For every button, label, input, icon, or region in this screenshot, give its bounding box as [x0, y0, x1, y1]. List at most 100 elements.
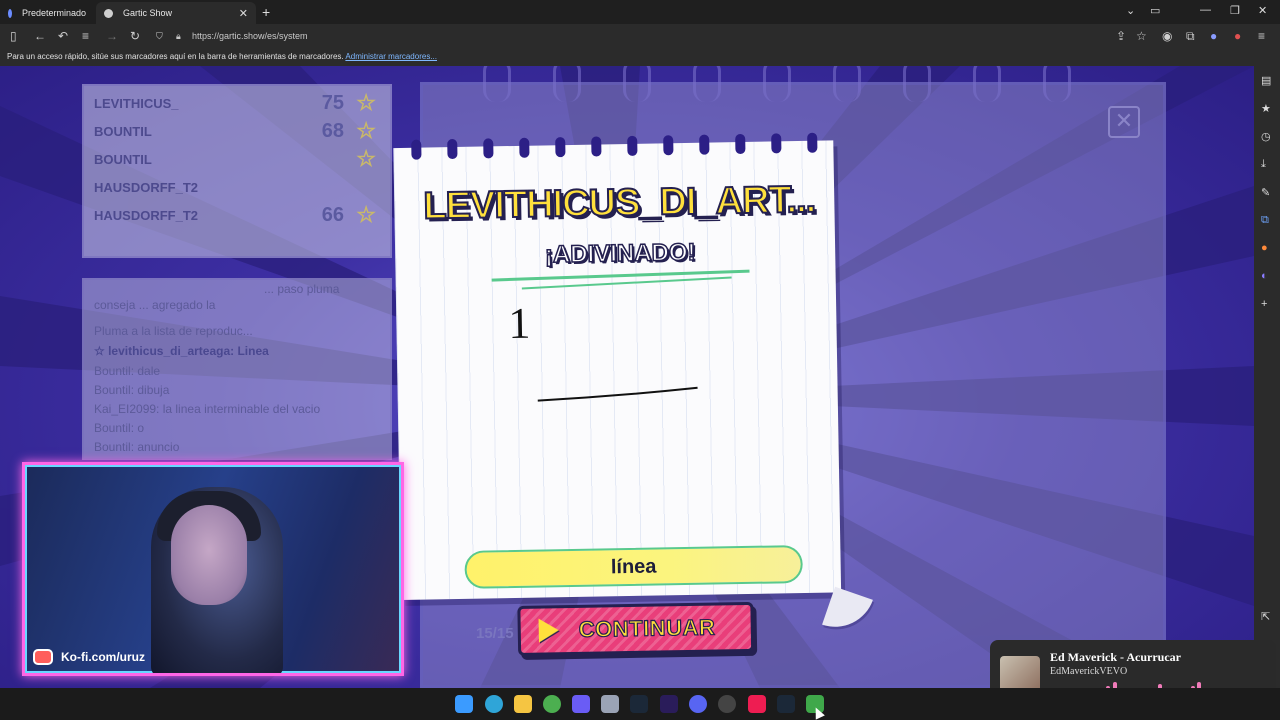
- add-panel-icon[interactable]: +: [1261, 298, 1267, 310]
- tab-label: Gartic Show: [123, 8, 173, 18]
- discord-icon[interactable]: [689, 695, 707, 713]
- paper-hole: [771, 133, 782, 154]
- obs-icon[interactable]: [718, 695, 736, 713]
- ranking-panel: LEVITHICUS_ 75 ☆ BOUNTIL 68 ☆ BOUNTIL ☆ …: [82, 84, 392, 258]
- kofi-link-text: Ko-fi.com/uruz: [61, 650, 145, 664]
- player-name: HAUSDORFF_T2: [94, 208, 199, 223]
- tab-gartic-show[interactable]: Gartic Show ✕: [96, 2, 256, 24]
- ranking-row: LEVITHICUS_ 75 ☆: [94, 90, 380, 116]
- container-icon[interactable]: ▭: [1150, 4, 1160, 17]
- spiral-ring: [763, 66, 791, 102]
- close-window-button[interactable]: ✕: [1258, 4, 1267, 17]
- new-tab-button[interactable]: +: [262, 4, 270, 20]
- pen-icon[interactable]: ✎: [1261, 186, 1270, 199]
- chat-message: Bountil: dale: [94, 364, 161, 378]
- translate-icon[interactable]: ⧉: [1261, 214, 1269, 227]
- chat-message: ☆ levithicus_di_arteaga: Linea: [94, 344, 269, 358]
- paper-hole: [663, 135, 674, 156]
- play-icon: [538, 618, 559, 643]
- tab-bar: Predeterminado Gartic Show ✕ + ⌄ ▭ — ❐ ✕: [0, 0, 1280, 24]
- guessed-status: ¡ADIVINADO!: [544, 238, 697, 269]
- browser-sidebar: ▤ ★ ◷ ⤓ ✎ ⧉ ● ◐ + ⇱: [1254, 66, 1280, 688]
- bookmarks-message: Para un acceso rápido, sitúe sus marcado…: [7, 52, 344, 61]
- menu-icon[interactable]: ≡: [1258, 28, 1265, 44]
- ranking-row: HAUSDORFF_T2 66 ☆: [94, 202, 380, 228]
- wallet-icon[interactable]: ▤: [1261, 74, 1271, 87]
- vpn-icon[interactable]: ●: [1210, 28, 1217, 44]
- address-bar[interactable]: ⛉ 🔒︎ https://gartic.show/es/system: [150, 27, 1160, 45]
- file-explorer-icon[interactable]: [514, 695, 532, 713]
- player-points: 68: [321, 120, 344, 142]
- webcam-face: [171, 505, 247, 605]
- chat-message: Bountil: anuncio: [94, 440, 180, 454]
- firefox-icon[interactable]: ●: [1261, 242, 1268, 254]
- edge-icon[interactable]: [485, 695, 503, 713]
- paper-hole: [483, 138, 494, 159]
- tiktok-icon[interactable]: [748, 695, 766, 713]
- extension-red-icon[interactable]: ●: [1234, 28, 1241, 44]
- chat-message: Bountil: dibuja: [94, 383, 170, 397]
- star-icon: ☆: [356, 202, 376, 227]
- premiere-icon[interactable]: [660, 695, 678, 713]
- chrome-icon[interactable]: [543, 695, 561, 713]
- chat-message: Pluma a la lista de reproduc...: [94, 324, 253, 338]
- start-menu-icon[interactable]: [455, 695, 473, 713]
- back-icon[interactable]: ←: [34, 28, 46, 44]
- player-name: BOUNTIL: [94, 152, 152, 167]
- downloads-icon[interactable]: ⤓: [1261, 158, 1266, 171]
- star-icon: ☆: [356, 118, 376, 143]
- account-icon[interactable]: ◉: [1162, 28, 1172, 44]
- manage-bookmarks-link[interactable]: Administrar marcadores...: [345, 52, 437, 61]
- close-tab-icon[interactable]: ✕: [239, 7, 248, 20]
- player-name: HAUSDORFF_T2: [94, 180, 199, 195]
- reload-icon[interactable]: ↻: [130, 28, 140, 44]
- tab-predeterminado[interactable]: Predeterminado: [0, 2, 94, 24]
- bookmarks-bar: Para un acceso rápido, sitúe sus marcado…: [0, 48, 1280, 66]
- tab-label: Predeterminado: [21, 8, 86, 18]
- favorites-icon[interactable]: ★: [1261, 102, 1271, 115]
- player-points: 75: [321, 92, 344, 114]
- sidebar-settings-icon[interactable]: ⇱: [1261, 610, 1270, 623]
- tab-list-icon[interactable]: ⌄: [1126, 4, 1135, 17]
- underline-stroke: [491, 269, 750, 282]
- drawing-digit: 1: [508, 299, 531, 348]
- navigation-bar: ▯ ← ↶ ≡ → ↻ ⛉ 🔒︎ https://gartic.show/es/…: [0, 24, 1280, 48]
- chat-message: conseja ... agregado la: [94, 298, 216, 312]
- share-icon[interactable]: ⇪: [1116, 28, 1126, 44]
- chat-message: ... paso pluma: [264, 282, 340, 296]
- steam-icon[interactable]: [777, 695, 795, 713]
- spiral-ring: [973, 66, 1001, 102]
- gartic-app-icon[interactable]: [572, 695, 590, 713]
- ranking-row: BOUNTIL ☆: [94, 146, 380, 172]
- bookmark-star-icon[interactable]: ☆: [1136, 28, 1147, 44]
- chat-panel: ... paso pluma conseja ... agregado la P…: [82, 278, 392, 460]
- settings-gear-icon[interactable]: [601, 695, 619, 713]
- result-card: LEVITHICUS_DI_ART... ¡ADIVINADO! 1 línea…: [393, 132, 873, 688]
- continue-button[interactable]: CONTINUAR: [517, 601, 755, 656]
- paper-hole: [519, 137, 530, 158]
- ranking-row: BOUNTIL 68 ☆: [94, 118, 380, 144]
- drawing-line: [537, 386, 698, 402]
- list-icon[interactable]: ≡: [82, 28, 89, 44]
- track-artist: EdMaverickVEVO: [1050, 666, 1128, 677]
- spiral-ring: [553, 66, 581, 102]
- winner-name: LEVITHICUS_DI_ART...: [422, 178, 816, 229]
- player-name: LEVITHICUS_: [94, 96, 179, 111]
- forward-icon[interactable]: →: [106, 28, 118, 44]
- extensions-icon[interactable]: ⧉: [1186, 28, 1195, 44]
- spiral-ring: [623, 66, 651, 102]
- shield-icon[interactable]: ⛉: [156, 27, 163, 45]
- spiral-ring: [833, 66, 861, 102]
- sidebar-toggle-icon[interactable]: ▯: [10, 28, 17, 44]
- undo-close-icon[interactable]: ↶: [58, 28, 68, 44]
- lock-icon[interactable]: 🔒︎: [176, 27, 181, 45]
- gartic-sidebar-icon[interactable]: ◐: [1261, 270, 1268, 282]
- history-icon[interactable]: ◷: [1261, 130, 1271, 143]
- minimize-button[interactable]: —: [1200, 4, 1211, 16]
- restore-button[interactable]: ❐: [1230, 4, 1240, 17]
- kofi-cup-icon: [33, 649, 53, 665]
- paper-hole: [735, 133, 746, 155]
- steam-icon[interactable]: [630, 695, 648, 713]
- continue-label: CONTINUAR: [578, 614, 716, 643]
- close-board-icon[interactable]: ✕: [1108, 106, 1140, 138]
